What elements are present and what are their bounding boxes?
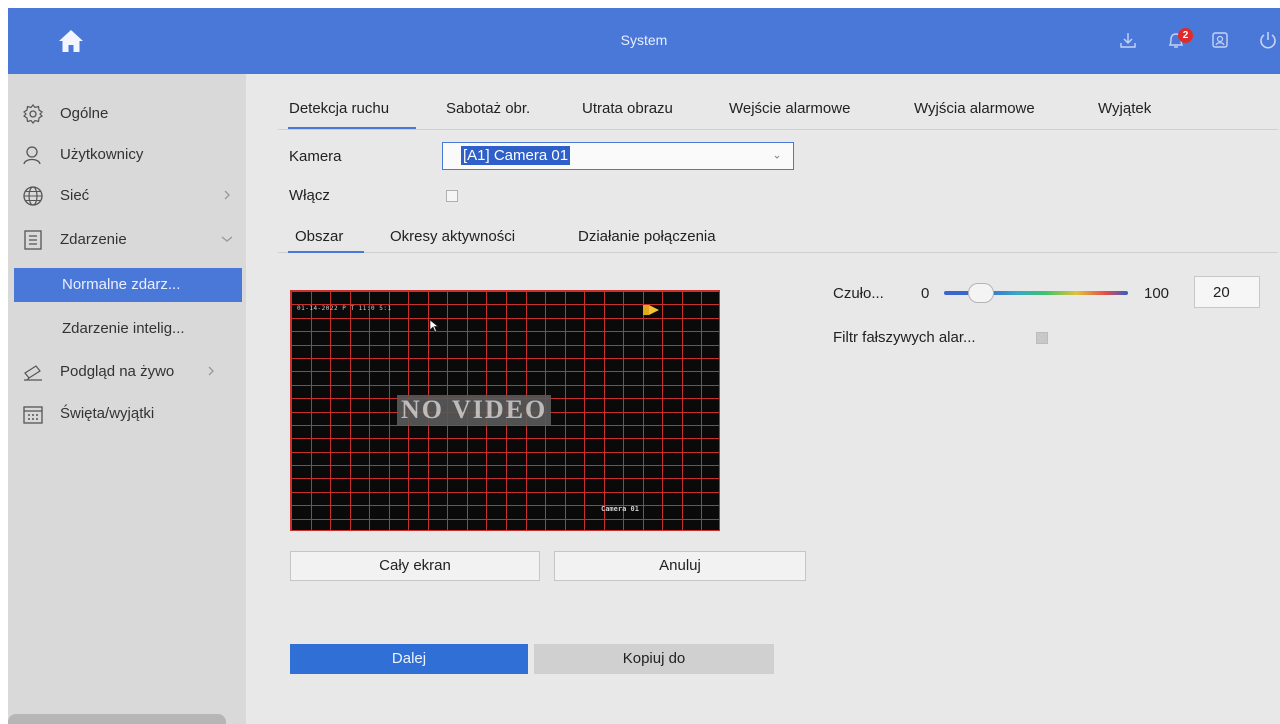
sidebar: Ogólne Użytkownicy Sieć Zdarzenie Normal…	[8, 74, 246, 724]
sidebar-footer-handle[interactable]	[8, 714, 226, 724]
tab-motion-detection[interactable]: Detekcja ruchu	[289, 100, 389, 117]
slider-thumb[interactable]	[968, 283, 994, 303]
tabs-divider	[278, 129, 1278, 130]
sidebar-item-live-view[interactable]: Podgląd na żywo	[8, 352, 246, 392]
gear-icon	[23, 104, 43, 124]
tab-video-loss[interactable]: Utrata obrazu	[582, 100, 673, 117]
user-icon	[23, 146, 41, 165]
sidebar-item-holidays[interactable]: Święta/wyjątki	[8, 394, 246, 434]
tab-exception[interactable]: Wyjątek	[1098, 100, 1151, 117]
camera-select-value: [A1] Camera 01	[461, 146, 571, 165]
camera-label: Kamera	[289, 148, 342, 165]
calendar-icon	[23, 406, 43, 424]
subtabs-divider	[278, 252, 1278, 253]
sidebar-subitem-label: Zdarzenie intelig...	[62, 320, 185, 337]
sidebar-item-users[interactable]: Użytkownicy	[8, 135, 246, 175]
sidebar-item-label: Podgląd na żywo	[60, 363, 175, 380]
sidebar-item-label: Zdarzenie	[60, 231, 127, 248]
top-bar: System 2	[8, 8, 1280, 74]
sidebar-item-event[interactable]: Zdarzenie	[8, 220, 246, 260]
record-icon	[643, 305, 659, 315]
sidebar-subitem-normal-events[interactable]: Normalne zdarz...	[14, 268, 242, 302]
osd-camera-name: Camera 01	[601, 505, 639, 513]
motion-area-canvas[interactable]: 01-14-2022 P T 11:0 5:1 NO VIDEO Camera …	[290, 290, 720, 531]
osd-timestamp: 01-14-2022 P T 11:0 5:1	[297, 305, 392, 312]
subtab-schedule[interactable]: Okresy aktywności	[390, 228, 515, 245]
download-icon[interactable]	[1116, 28, 1140, 52]
sidebar-item-general[interactable]: Ogólne	[8, 94, 246, 134]
sensitivity-value-input[interactable]: 20	[1194, 276, 1260, 308]
account-icon[interactable]	[1208, 28, 1232, 52]
page-title: System	[620, 32, 668, 48]
chevron-right-icon	[224, 190, 230, 200]
sensitivity-label: Czuło...	[833, 285, 884, 302]
clipboard-icon	[24, 230, 42, 250]
sensitivity-slider[interactable]	[944, 283, 1128, 303]
power-icon[interactable]	[1256, 28, 1280, 52]
false-alarm-filter-checkbox[interactable]	[1036, 332, 1048, 344]
chevron-down-icon	[221, 236, 233, 242]
copy-to-button[interactable]: Kopiuj do	[534, 644, 774, 674]
sensitivity-min-label: 0	[921, 285, 930, 302]
app-window: System 2 Ogólne Użytkownicy Sieć Zdarzen…	[8, 8, 1280, 724]
sensitivity-max-label: 100	[1144, 285, 1170, 302]
notification-badge: 2	[1178, 28, 1193, 43]
tab-alarm-output[interactable]: Wyjścia alarmowe	[914, 100, 1035, 117]
globe-icon	[23, 186, 43, 206]
enable-checkbox[interactable]	[446, 190, 458, 202]
sidebar-item-label: Użytkownicy	[60, 146, 144, 163]
active-tab-indicator	[288, 127, 416, 129]
sidebar-subitem-smart-events[interactable]: Zdarzenie intelig...	[8, 312, 246, 346]
subtab-linkage-action[interactable]: Działanie połączenia	[578, 228, 716, 245]
next-button[interactable]: Dalej	[290, 644, 528, 674]
camera-select[interactable]: [A1] Camera 01	[442, 142, 794, 170]
sidebar-item-network[interactable]: Sieć	[8, 176, 246, 216]
cancel-button[interactable]: Anuluj	[554, 551, 806, 581]
false-alarm-filter-label: Filtr fałszywych alar...	[833, 329, 976, 346]
enable-label: Włącz	[289, 187, 330, 204]
sidebar-item-label: Ogólne	[60, 105, 109, 122]
mouse-cursor-icon	[429, 319, 439, 333]
chevron-right-icon	[208, 366, 214, 376]
subtab-area[interactable]: Obszar	[295, 228, 343, 245]
sidebar-subitem-label: Normalne zdarz...	[62, 276, 181, 293]
sidebar-item-label: Sieć	[60, 187, 90, 204]
fullscreen-button[interactable]: Cały ekran	[290, 551, 540, 581]
active-subtab-indicator	[288, 251, 364, 253]
tab-video-tampering[interactable]: Sabotaż obr.	[446, 100, 530, 117]
camera-icon	[24, 365, 42, 381]
sidebar-item-label: Święta/wyjątki	[60, 405, 155, 422]
chevron-down-icon	[774, 155, 780, 159]
no-video-label: NO VIDEO	[397, 395, 552, 425]
tab-alarm-input[interactable]: Wejście alarmowe	[729, 100, 850, 117]
